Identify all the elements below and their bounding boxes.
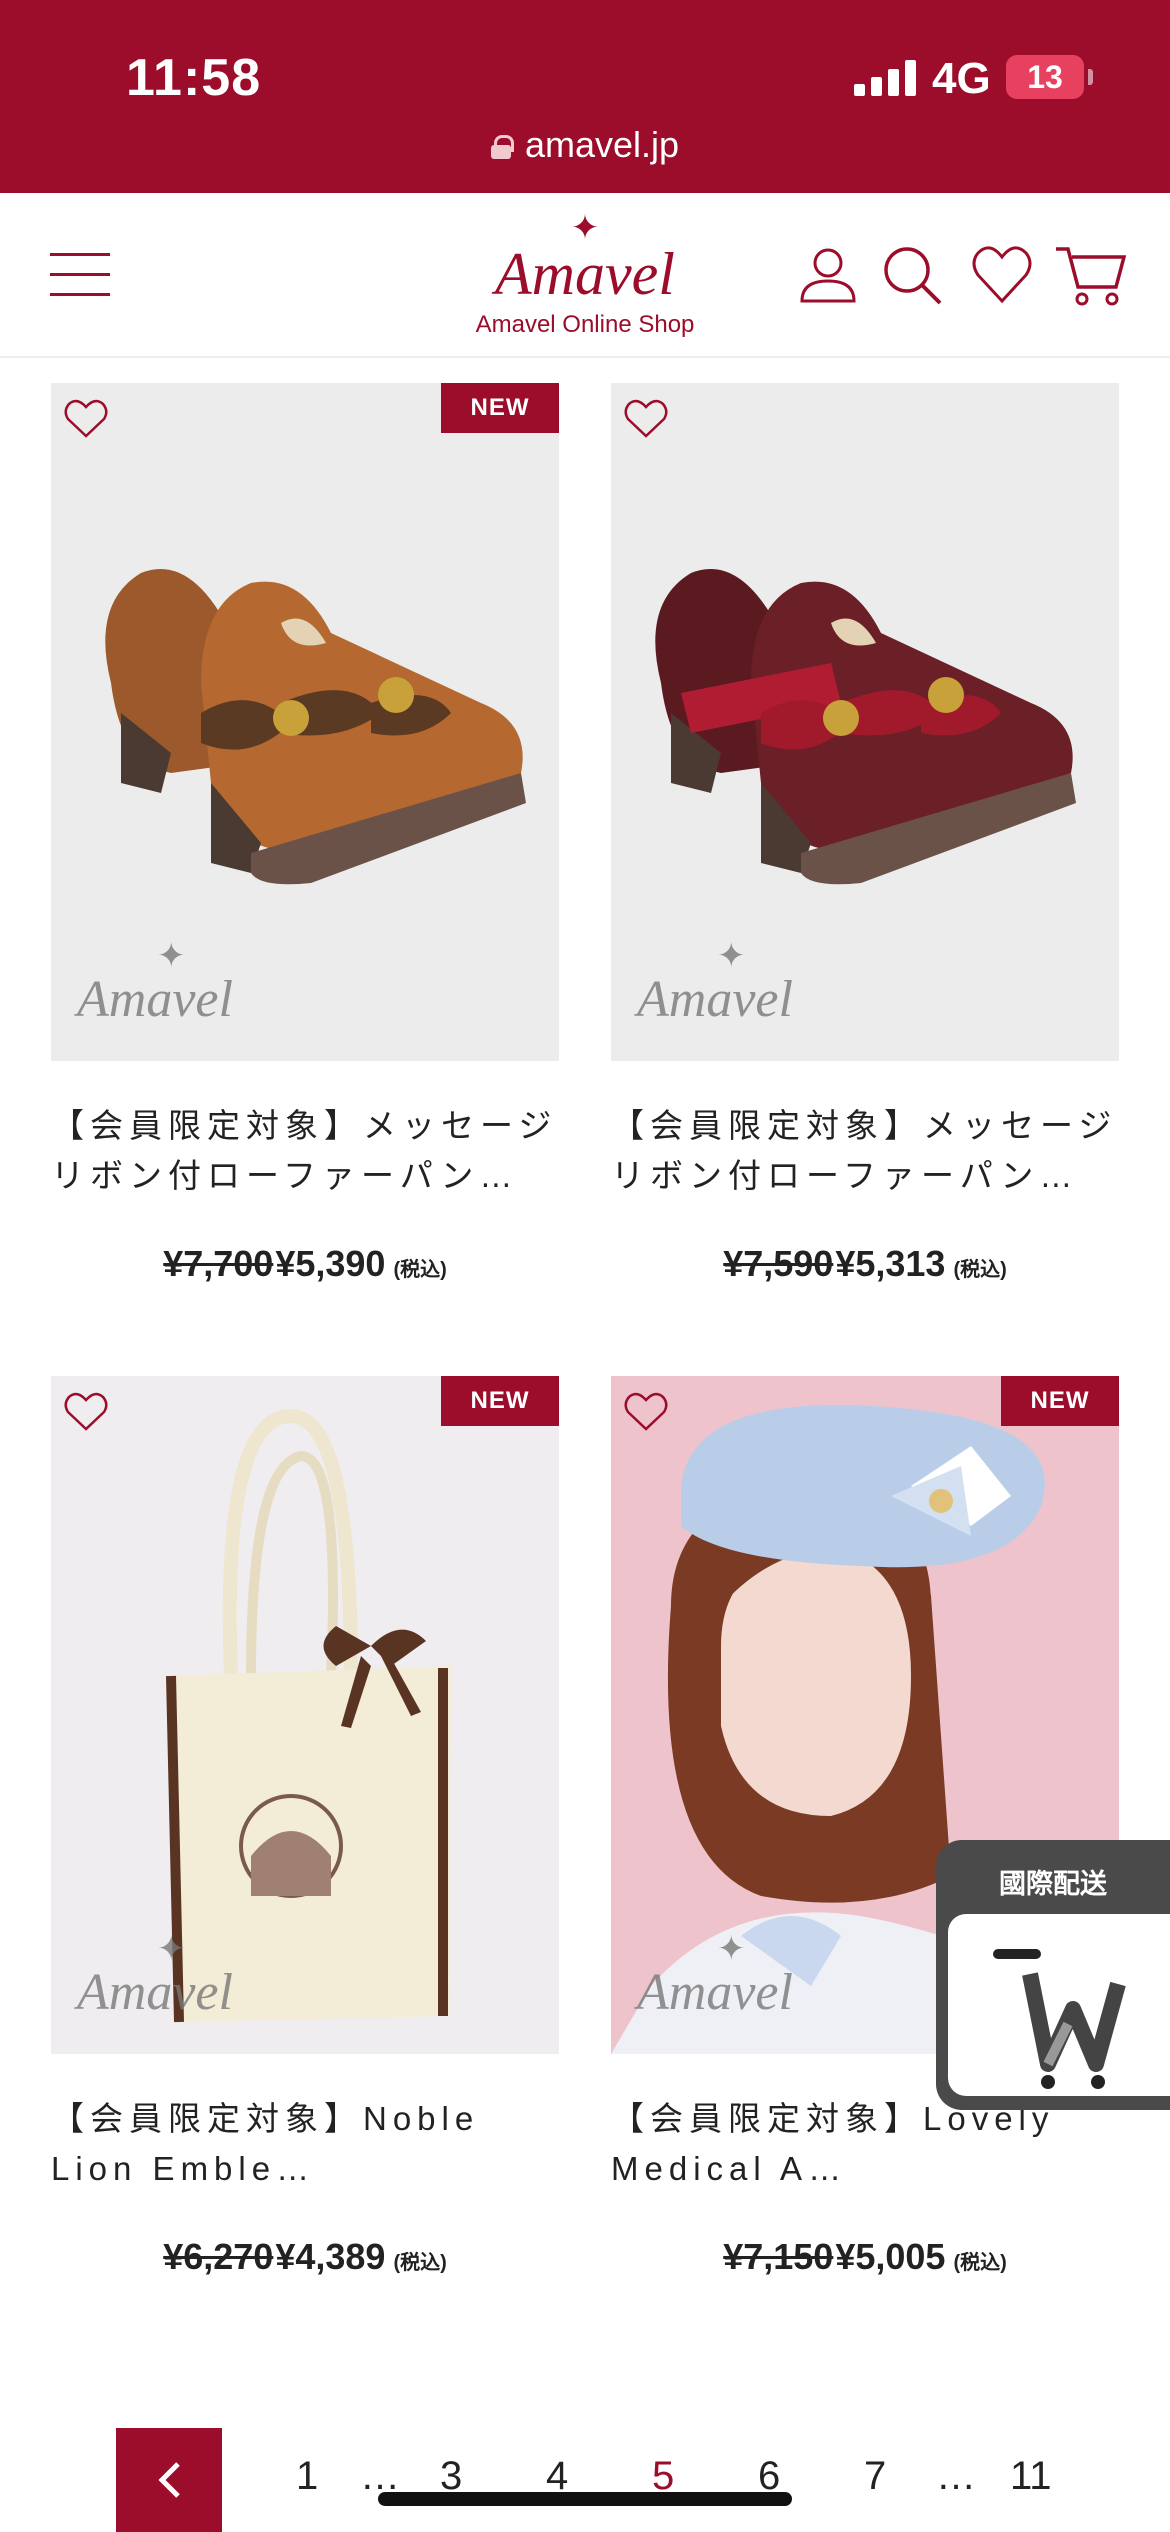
loafer-photo <box>105 569 526 885</box>
watermark-text: Amavel <box>77 1964 233 2021</box>
sale-price: ¥5,313 <box>835 1243 946 1284</box>
cart-icon[interactable] <box>1054 243 1126 307</box>
status-time: 11:58 <box>126 49 262 107</box>
logo-star: ✦ <box>570 209 600 247</box>
favorite-heart-icon[interactable] <box>63 1390 109 1432</box>
watermark-logo: ✦ Amavel <box>77 1931 233 2022</box>
page-ellipsis: … <box>936 2454 976 2498</box>
shop-logo[interactable]: ✦ Amavel Amavel Online Shop <box>460 211 710 339</box>
account-icon[interactable] <box>796 243 860 307</box>
tote-bag-photo <box>166 1408 451 2023</box>
watermark-logo: ✦ Amavel <box>637 1931 793 2022</box>
hamburger-menu-icon[interactable] <box>50 253 110 297</box>
address-bar[interactable]: amavel.jp <box>0 124 1170 166</box>
product-image[interactable]: ✦ Amavel <box>611 383 1119 1061</box>
product-image[interactable]: NEW ✦ Amavel <box>51 383 559 1061</box>
tax-label: (税込) <box>953 1259 1007 1281</box>
lock-icon <box>490 135 514 159</box>
international-shipping-widget[interactable]: 國際配送 <box>936 1840 1170 2110</box>
product-price: ¥7,150¥5,005 (税込) <box>611 2236 1119 2278</box>
loafer-photo <box>655 569 1076 885</box>
watermark-star: ✦ <box>157 938 186 975</box>
new-badge: NEW <box>441 383 559 433</box>
watermark-star: ✦ <box>717 1931 746 1968</box>
watermark-logo: ✦ Amavel <box>77 938 233 1029</box>
product-name[interactable]: 【会員限定対象】メッセージリボン付ローファーパン… <box>51 1101 559 1201</box>
page-link[interactable]: 11 <box>1010 2454 1052 2499</box>
logo-subtitle: Amavel Online Shop <box>475 311 695 338</box>
favorite-heart-icon[interactable] <box>623 1390 669 1432</box>
product-name[interactable]: 【会員限定対象】メッセージリボン付ローファーパン… <box>611 1101 1119 1201</box>
url-text: amavel.jp <box>524 124 680 165</box>
network-type: 4G <box>932 54 991 103</box>
product-image[interactable]: NEW ✦ Amavel <box>51 1376 559 2054</box>
new-badge: NEW <box>441 1376 559 1426</box>
intl-shipping-label: 國際配送 <box>999 1869 1107 1899</box>
previous-page-button[interactable] <box>116 2428 222 2532</box>
chevron-left-icon <box>158 2462 180 2498</box>
shop-header: ✦ Amavel Amavel Online Shop <box>0 193 1170 358</box>
logo-text: Amavel <box>495 241 675 307</box>
battery-tip <box>1088 69 1093 85</box>
watermark-star: ✦ <box>717 938 746 975</box>
favorite-heart-icon[interactable] <box>63 397 109 439</box>
product-price: ¥6,270¥4,389 (税込) <box>51 2236 559 2278</box>
page-link[interactable]: 1 <box>296 2454 318 2499</box>
watermark-text: Amavel <box>637 971 793 1028</box>
original-price: ¥7,700 <box>163 1243 274 1284</box>
battery-indicator: 13 <box>1006 55 1084 99</box>
sale-price: ¥5,390 <box>275 1243 386 1284</box>
browser-top-bar: 11:58 4G 13 amavel.jp <box>0 0 1170 193</box>
watermark-text: Amavel <box>77 971 233 1028</box>
intl-shipping-logo-box <box>948 1914 1170 2096</box>
product-price: ¥7,590¥5,313 (税込) <box>611 1243 1119 1285</box>
tax-label: (税込) <box>953 2252 1007 2274</box>
watermark-text: Amavel <box>637 1964 793 2021</box>
original-price: ¥7,150 <box>723 2236 834 2277</box>
sale-price: ¥5,005 <box>835 2236 946 2277</box>
heart-icon[interactable] <box>970 243 1034 307</box>
watermark-star: ✦ <box>157 1931 186 1968</box>
pagination: 1 … 3 4 5 6 7 … 11 <box>0 2428 1170 2532</box>
original-price: ¥7,590 <box>723 1243 834 1284</box>
product-price: ¥7,700¥5,390 (税込) <box>51 1243 559 1285</box>
home-indicator <box>378 2492 792 2506</box>
tax-label: (税込) <box>393 2252 447 2274</box>
shipping-cart-logo-icon <box>993 1949 1126 2089</box>
page-link[interactable]: 7 <box>864 2454 886 2499</box>
favorite-heart-icon[interactable] <box>623 397 669 439</box>
original-price: ¥6,270 <box>163 2236 274 2277</box>
sale-price: ¥4,389 <box>275 2236 386 2277</box>
watermark-logo: ✦ Amavel <box>637 938 793 1029</box>
search-icon[interactable] <box>880 243 944 307</box>
product-name[interactable]: 【会員限定対象】Noble Lion Emble… <box>51 2094 559 2194</box>
signal-icon <box>854 60 916 96</box>
new-badge: NEW <box>1001 1376 1119 1426</box>
tax-label: (税込) <box>393 1259 447 1281</box>
